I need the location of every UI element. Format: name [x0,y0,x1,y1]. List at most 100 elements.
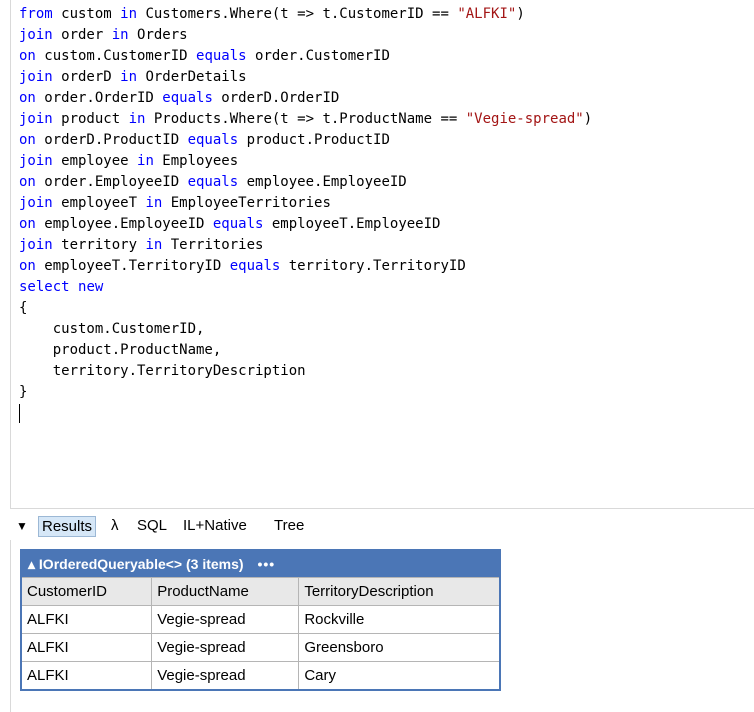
code-token: { [19,300,28,316]
code-keyword: in [128,111,146,127]
code-line: on employeeT.TerritoryID equals territor… [19,256,592,277]
table-cell: ALFKI [22,605,153,634]
code-keyword: on [19,258,36,274]
code-token: ) [583,111,593,127]
code-token: EmployeeTerritories [162,195,331,211]
code-token: product [52,111,129,127]
code-keyword: on [19,90,36,106]
code-keyword: on [19,216,36,232]
code-line: join employee in Employees [19,151,592,172]
table-row: ALFKI Vegie-spread Greensboro [22,633,499,662]
code-keyword: from [19,6,53,22]
code-line: on order.EmployeeID equals employee.Empl… [19,172,592,193]
code-keyword: on [19,174,36,190]
code-token: order.EmployeeID [35,174,188,190]
code-line: custom.CustomerID, [19,319,592,340]
code-token: employee [52,153,138,169]
code-keyword: select [19,279,70,295]
code-keyword: in [137,153,154,169]
tab-il-native[interactable]: IL+Native [180,516,250,537]
code-line: product.ProductName, [19,340,592,361]
code-token: employeeT [52,195,146,211]
table-row: ALFKI Vegie-spread Cary [22,661,499,689]
code-keyword: join [19,153,53,169]
code-keyword: equals [187,174,239,190]
code-token: employeeT.EmployeeID [263,216,441,232]
table-cell: Cary [298,661,499,689]
code-keyword: in [120,6,138,22]
code-token: custom [52,6,121,22]
results-grid: ▴ IOrderedQueryable<> (3 items) ••• Cust… [20,549,501,691]
code-line: join employeeT in EmployeeTerritories [19,193,592,214]
code-keyword: new [78,279,104,295]
table-cell: Greensboro [298,633,499,662]
code-string: "Vegie-spread" [465,111,584,127]
tab-tree[interactable]: Tree [271,516,307,537]
code-keyword: equals [187,132,239,148]
tab-lambda[interactable]: λ [108,516,122,537]
code-line: join product in Products.Where(t => t.Pr… [19,109,592,130]
table-cell: ALFKI [22,661,153,689]
code-line: join order in Orders [19,25,592,46]
results-table: CustomerID ProductName TerritoryDescriptio… [22,577,499,689]
code-keyword: in [111,27,129,43]
code-token: Customers.Where(t => t.CustomerID == [137,6,458,22]
grid-header[interactable]: ▴ IOrderedQueryable<> (3 items) ••• [22,551,499,577]
code-token: Products.Where(t => t.ProductName == [145,111,466,127]
code-token: Employees [153,153,239,169]
code-token: Territories [162,237,264,253]
code-line: territory.TerritoryDescription [19,361,592,382]
code-keyword: join [19,237,53,253]
column-header[interactable]: CustomerID [22,577,153,606]
code-line: from custom in Customers.Where(t => t.Cu… [19,4,592,25]
code-line: on custom.CustomerID equals order.Custom… [19,46,592,67]
code-line: on order.OrderID equals orderD.OrderID [19,88,592,109]
output-tab-bar: ▼ Results λ SQL IL+Native Tree [0,514,754,540]
code-keyword: join [19,27,53,43]
code-keyword: on [19,132,36,148]
code-line: on employee.EmployeeID equals employeeT.… [19,214,592,235]
table-cell: Vegie-spread [151,661,300,689]
tab-sql[interactable]: SQL [134,516,170,537]
code-keyword: join [19,111,53,127]
column-header[interactable]: TerritoryDescription [298,577,499,606]
table-header-row: CustomerID ProductName TerritoryDescriptio… [22,577,499,606]
code-token: orderD [52,69,121,85]
code-text[interactable]: from custom in Customers.Where(t => t.Cu… [19,4,592,403]
code-token: order [52,27,112,43]
more-options-icon[interactable]: ••• [257,556,275,572]
code-keyword: in [120,69,138,85]
code-keyword: join [19,69,53,85]
code-token: territory.TerritoryDescription [19,363,306,379]
code-token: territory.TerritoryID [280,258,466,274]
code-token: orderD.OrderID [212,90,340,106]
table-cell: Vegie-spread [151,633,300,662]
text-caret [19,404,20,423]
code-token: Orders [128,27,188,43]
code-line: on orderD.ProductID equals product.Produ… [19,130,592,151]
code-keyword: on [19,48,36,64]
code-token: employee.EmployeeID [35,216,213,232]
code-token: custom.CustomerID, [19,321,205,337]
code-keyword: equals [212,216,264,232]
code-line: { [19,298,592,319]
query-editor[interactable]: from custom in Customers.Where(t => t.Cu… [10,0,754,509]
code-line: } [19,382,592,403]
collapse-triangle-icon[interactable]: ▼ [16,519,28,533]
table-cell: ALFKI [22,633,153,662]
code-token: product.ProductID [238,132,390,148]
code-token: OrderDetails [137,69,247,85]
code-keyword: in [145,195,163,211]
code-token: order.CustomerID [246,48,390,64]
column-header[interactable]: ProductName [151,577,300,606]
code-token: } [19,384,28,400]
tab-results[interactable]: Results [38,516,97,537]
code-keyword: equals [162,90,213,106]
grid-header-title[interactable]: ▴ IOrderedQueryable<> (3 items) [28,556,244,572]
code-token: ) [516,6,525,22]
table-row: ALFKI Vegie-spread Rockville [22,605,499,634]
table-cell: Vegie-spread [151,605,300,634]
code-keyword: equals [229,258,281,274]
code-keyword: equals [196,48,247,64]
